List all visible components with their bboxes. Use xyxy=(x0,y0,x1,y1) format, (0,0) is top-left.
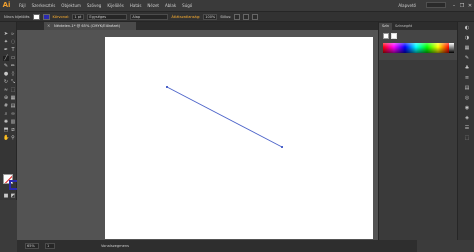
mesh-icon[interactable]: # xyxy=(3,104,9,109)
canvas-area[interactable] xyxy=(17,30,417,240)
panel-tabs: Szín Színsegéd xyxy=(379,22,458,30)
direct-selection-tool-icon[interactable]: ▹ xyxy=(10,32,16,37)
style-label: Stílus: xyxy=(220,14,232,19)
variable-width-profile[interactable]: Egységes xyxy=(87,13,128,20)
menu-view[interactable]: Nézet xyxy=(147,3,159,8)
document-setup-icon[interactable] xyxy=(243,13,250,20)
line-segment-tool-icon[interactable]: ╱ xyxy=(3,56,9,61)
zoom-tool-icon[interactable]: ⚲ xyxy=(10,136,16,141)
blend-icon[interactable]: ∞ xyxy=(10,112,16,117)
menu-bar: Ai Fájl Szerkesztés Objektum Szöveg Kije… xyxy=(0,0,474,11)
preferences-icon[interactable] xyxy=(252,13,259,20)
artboard-number-field[interactable]: 1 xyxy=(45,243,55,249)
anchor-point-end[interactable] xyxy=(281,146,283,148)
current-tool-status[interactable]: Vonalszegmens xyxy=(101,244,129,248)
lasso-icon[interactable]: ◌ xyxy=(10,40,16,45)
perspective-grid-icon[interactable]: ▦ xyxy=(10,96,16,101)
paintbrush-icon[interactable]: ✎ xyxy=(3,64,9,69)
warp-icon[interactable]: ≈ xyxy=(3,88,9,93)
zoom-field[interactable]: 65% xyxy=(25,243,39,249)
color-mode-icon[interactable]: ■ xyxy=(3,194,9,199)
collapsed-panels: ◐ ◑ ▦ ✎ ♣ ≡ ▤ ◎ ◉ ◈ ☰ ⬚ xyxy=(457,22,474,240)
free-transform-icon[interactable]: ⬚ xyxy=(10,88,16,93)
stroke-icon[interactable]: ≡ xyxy=(464,76,470,81)
artboard[interactable] xyxy=(105,37,373,239)
scale-icon[interactable]: ⤡ xyxy=(10,80,16,85)
column-graph-icon[interactable]: ▥ xyxy=(10,120,16,125)
symbols-icon[interactable]: ♣ xyxy=(464,66,470,71)
pencil-icon[interactable]: ✏ xyxy=(10,64,16,69)
tab-close-icon[interactable]: × xyxy=(47,22,50,30)
stroke-swatch[interactable] xyxy=(42,13,50,20)
none-mode-icon[interactable]: ◩ xyxy=(10,194,16,199)
eyedropper-icon[interactable]: ⌕ xyxy=(3,112,9,117)
menu-file[interactable]: Fájl xyxy=(19,3,26,8)
pen-tool-icon[interactable]: ✒ xyxy=(3,48,9,53)
blob-brush-icon[interactable]: ● xyxy=(3,72,9,77)
panel-fill-swatch[interactable] xyxy=(383,33,389,39)
menu-type[interactable]: Szöveg xyxy=(87,3,101,8)
menu-edit[interactable]: Szerkesztés xyxy=(32,3,56,8)
selection-status: Nincs kijelölés xyxy=(4,14,30,19)
layers-icon[interactable]: ☰ xyxy=(464,126,470,131)
document-tab[interactable]: × Névtelen-1* @ 65% (CMYK/Előnézet) xyxy=(44,22,136,30)
fill-swatch[interactable] xyxy=(32,13,40,20)
eraser-icon[interactable]: ◊ xyxy=(10,72,16,77)
close-button[interactable]: ✕ xyxy=(466,3,474,9)
menu-object[interactable]: Objektum xyxy=(61,3,81,8)
opacity-field[interactable]: 100% xyxy=(203,13,218,20)
control-bar: Nincs kijelölés Körvonal: 1 pt Egységes … xyxy=(0,11,474,22)
gradient-icon[interactable]: ▤ xyxy=(10,104,16,109)
color-spectrum-bar[interactable] xyxy=(383,43,449,53)
color-panel-body xyxy=(379,30,458,60)
menu-help[interactable]: Súgó xyxy=(182,3,192,8)
rectangle-tool-icon[interactable]: ▭ xyxy=(10,56,16,61)
symbol-sprayer-icon[interactable]: ✺ xyxy=(3,120,9,125)
tab-color-guide[interactable]: Színsegéd xyxy=(392,23,415,30)
shape-builder-icon[interactable]: ⊕ xyxy=(3,96,9,101)
selection-tool-icon[interactable]: ➤ xyxy=(3,32,9,37)
brush-definition[interactable]: Alap xyxy=(130,13,169,20)
artboard-tool-icon[interactable]: ⬒ xyxy=(3,128,9,133)
status-bar: 65% 1 Vonalszegmens xyxy=(17,240,417,252)
transparency-icon[interactable]: ◎ xyxy=(464,96,470,101)
color-guide-icon[interactable]: ◑ xyxy=(464,36,470,41)
maximize-button[interactable]: ❐ xyxy=(458,3,466,9)
color-panel: Szín Színsegéd xyxy=(378,22,458,240)
menu-effect[interactable]: Hatás xyxy=(130,3,142,8)
tab-color[interactable]: Szín xyxy=(379,23,393,30)
graphic-style-picker[interactable] xyxy=(234,13,241,20)
tools-panel: ➤ ▹ ✦ ◌ ✒ T ╱ ▭ ✎ ✏ ● ◊ ↻ ⤡ ≈ ⬚ ⊕ ▦ # ▤ … xyxy=(0,22,19,200)
gradient-panel-icon[interactable]: ▤ xyxy=(464,86,470,91)
hand-tool-icon[interactable]: ✋ xyxy=(3,136,9,141)
graphic-styles-icon[interactable]: ◈ xyxy=(464,116,470,121)
slice-icon[interactable]: ⧄ xyxy=(10,128,16,133)
document-tab-bar: × Névtelen-1* @ 65% (CMYK/Előnézet) xyxy=(17,22,417,30)
appearance-icon[interactable]: ◉ xyxy=(464,106,470,111)
swatches-icon[interactable]: ▦ xyxy=(464,46,470,51)
drawn-line-segment[interactable] xyxy=(166,86,283,148)
panel-stroke-swatch[interactable] xyxy=(391,33,397,39)
color-panel-icon[interactable]: ◐ xyxy=(464,26,470,31)
workspace-switcher[interactable]: Alapvető xyxy=(398,3,416,8)
artwork-svg xyxy=(166,86,283,148)
magic-wand-icon[interactable]: ✦ xyxy=(3,40,9,45)
anchor-point-start[interactable] xyxy=(166,86,168,88)
minimize-button[interactable]: – xyxy=(450,3,458,9)
black-white-ramp[interactable] xyxy=(449,43,454,53)
type-tool-icon[interactable]: T xyxy=(10,48,16,53)
app-logo: Ai xyxy=(0,0,13,11)
opacity-label[interactable]: Átlátszatlanság: xyxy=(171,15,200,19)
stroke-label[interactable]: Körvonal: xyxy=(53,15,70,19)
stroke-weight-field[interactable]: 1 pt xyxy=(72,13,85,20)
menu-select[interactable]: Kijelölés xyxy=(107,3,124,8)
search-input[interactable] xyxy=(426,2,446,8)
rotate-icon[interactable]: ↻ xyxy=(3,80,9,85)
menu-window[interactable]: Ablak xyxy=(165,3,176,8)
brushes-icon[interactable]: ✎ xyxy=(464,56,470,61)
artboards-icon[interactable]: ⬚ xyxy=(464,136,470,141)
document-tab-title: Névtelen-1* @ 65% (CMYK/Előnézet) xyxy=(54,24,121,28)
